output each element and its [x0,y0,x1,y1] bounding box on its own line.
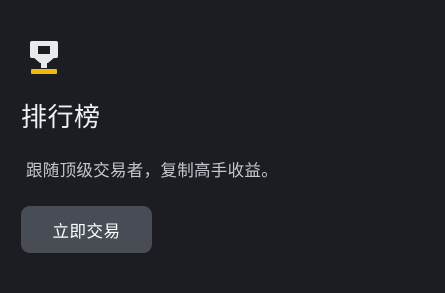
leaderboard-card: 排行榜 跟随顶级交易者，复制高手收益。 立即交易 [0,0,445,293]
card-description: 跟随顶级交易者，复制高手收益。 [26,161,278,180]
trophy-icon [27,41,61,77]
card-title: 排行榜 [21,103,101,133]
trade-now-button[interactable]: 立即交易 [21,206,152,253]
